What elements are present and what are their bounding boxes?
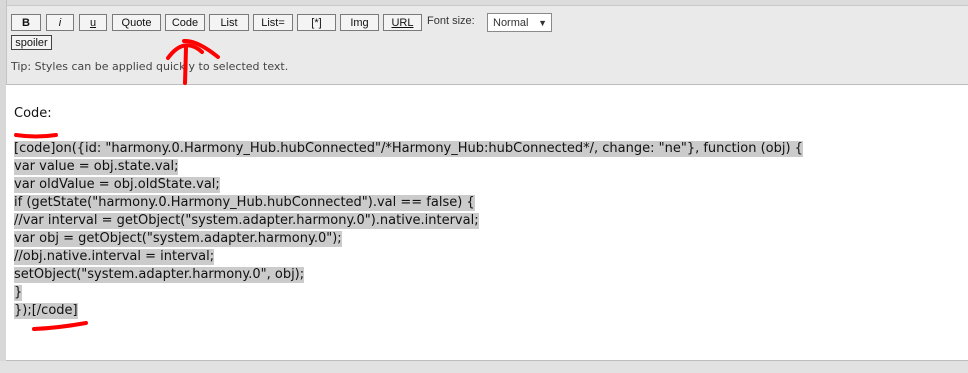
underline-mark-close-tag: [32, 321, 88, 331]
arrow-up-icon: [183, 46, 188, 85]
underline-mark-code-heading: [14, 133, 58, 139]
annotation-overlay: [14, 38, 220, 331]
